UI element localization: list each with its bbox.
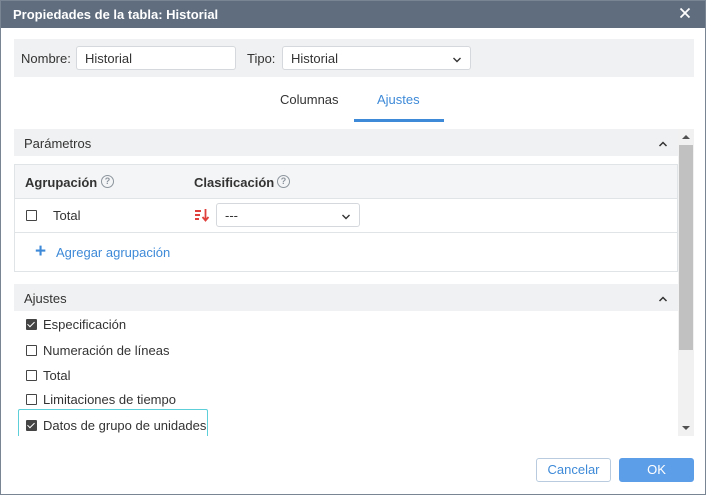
- sort-order-icon[interactable]: [194, 207, 210, 223]
- scrollbar-thumb[interactable]: [679, 145, 693, 350]
- parametros-title: Parámetros: [24, 136, 92, 151]
- datos-grupo-checkbox[interactable]: [26, 420, 37, 431]
- plus-icon: +: [35, 241, 47, 262]
- name-input[interactable]: Historial: [76, 46, 236, 70]
- cancel-button[interactable]: Cancelar: [536, 458, 611, 482]
- grouping-row-label: Total: [53, 208, 81, 223]
- dialog-titlebar: Propiedades de la tabla: Historial: [1, 1, 705, 28]
- active-tab-indicator: [354, 119, 444, 122]
- sort-select-value: ---: [225, 208, 238, 223]
- close-icon[interactable]: [677, 5, 693, 21]
- help-icon[interactable]: ?: [277, 175, 290, 188]
- tab-columnas[interactable]: Columnas: [280, 92, 339, 107]
- chevron-up-icon[interactable]: [658, 137, 668, 152]
- numeracion-checkbox[interactable]: [26, 345, 37, 356]
- type-select[interactable]: Historial: [282, 46, 471, 70]
- tab-bar: Columnas Ajustes: [1, 89, 705, 125]
- tab-ajustes[interactable]: Ajustes: [377, 92, 420, 107]
- chevron-down-icon: [452, 53, 462, 68]
- chevron-down-icon: [341, 210, 351, 225]
- settings-scroll-area: Parámetros Agrupación ? Clasificación ? …: [14, 129, 694, 436]
- ajustes-section-header[interactable]: Ajustes: [14, 284, 678, 311]
- ok-button[interactable]: OK: [619, 458, 694, 482]
- setting-label: Numeración de líneas: [43, 343, 170, 358]
- grouping-table-header: Agrupación ? Clasificación ?: [15, 165, 677, 199]
- grouping-header: Agrupación: [25, 175, 98, 190]
- total-checkbox[interactable]: [26, 370, 37, 381]
- setting-numeracion-lineas[interactable]: Numeración de líneas: [14, 340, 414, 362]
- scroll-up-arrow-icon[interactable]: [682, 135, 690, 139]
- grouping-row: Total ---: [15, 199, 677, 233]
- total-grouping-checkbox[interactable]: [26, 210, 37, 221]
- setting-especificacion[interactable]: Especificación: [14, 314, 414, 336]
- name-type-bar: Nombre: Historial Tipo: Historial: [14, 39, 694, 77]
- especificacion-checkbox[interactable]: [26, 319, 37, 330]
- type-label: Tipo:: [247, 51, 276, 66]
- setting-label: Total: [43, 368, 71, 383]
- sort-header: Clasificación: [194, 175, 275, 190]
- ajustes-title: Ajustes: [24, 291, 67, 306]
- setting-label: Datos de grupo de unidades: [43, 418, 207, 433]
- setting-label: Limitaciones de tiempo: [43, 392, 176, 407]
- vertical-scrollbar[interactable]: [678, 129, 694, 436]
- setting-datos-grupo-unidades[interactable]: Datos de grupo de unidades: [18, 409, 208, 436]
- grouping-panel: Agrupación ? Clasificación ? Total --- +…: [14, 164, 678, 272]
- scroll-down-arrow-icon[interactable]: [682, 426, 690, 430]
- setting-limitaciones-tiempo[interactable]: Limitaciones de tiempo: [14, 389, 414, 411]
- name-label: Nombre:: [21, 51, 71, 66]
- help-icon[interactable]: ?: [101, 175, 114, 188]
- table-properties-dialog: Propiedades de la tabla: Historial Nombr…: [0, 0, 706, 495]
- dialog-title: Propiedades de la tabla: Historial: [13, 7, 219, 22]
- type-select-value: Historial: [291, 51, 338, 66]
- add-grouping-label: Agregar agrupación: [56, 245, 171, 260]
- setting-label: Especificación: [43, 317, 127, 332]
- chevron-up-icon[interactable]: [658, 292, 668, 307]
- limitaciones-checkbox[interactable]: [26, 394, 37, 405]
- parametros-section-header[interactable]: Parámetros: [14, 129, 678, 156]
- setting-total[interactable]: Total: [14, 365, 414, 387]
- sort-select[interactable]: ---: [216, 203, 360, 227]
